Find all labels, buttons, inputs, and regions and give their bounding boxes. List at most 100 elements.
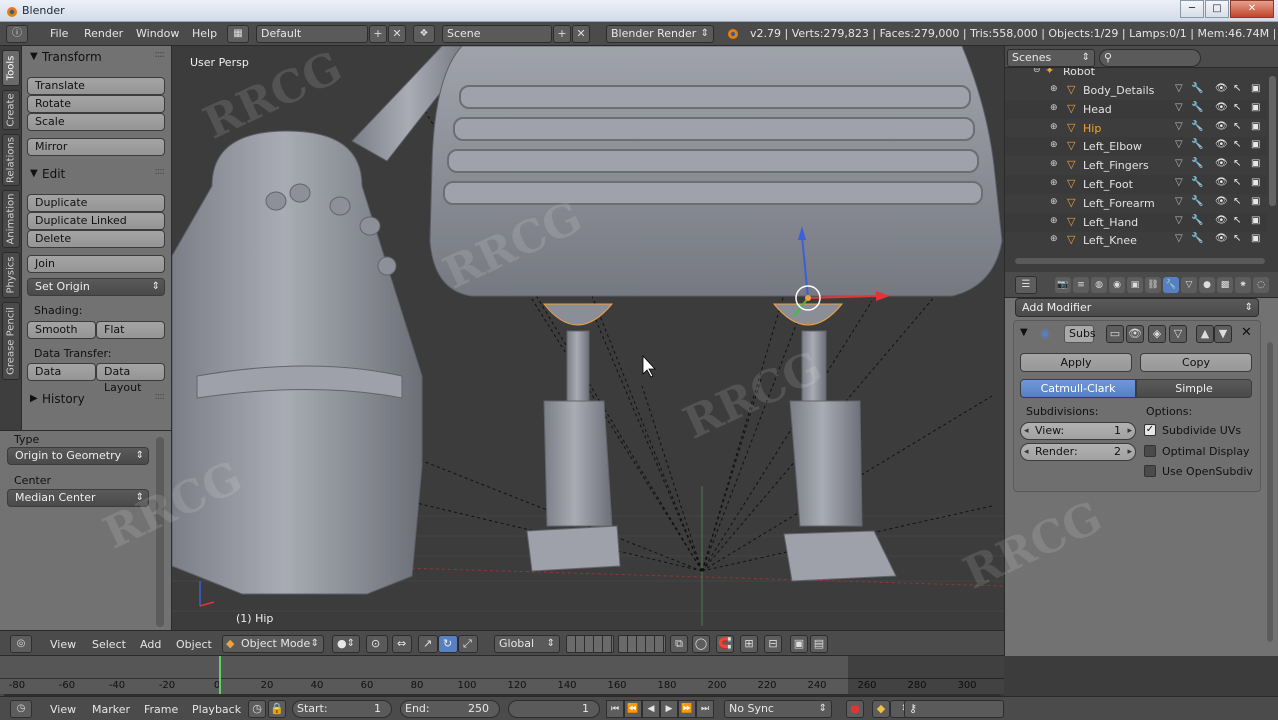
snap-target-icon[interactable]: ⊟ <box>764 635 782 653</box>
simple-option[interactable]: Simple <box>1136 379 1252 398</box>
select-cursor-icon[interactable]: ↖ <box>1233 121 1241 132</box>
redo-scrollbar[interactable] <box>156 437 164 627</box>
eye-icon[interactable]: 👁 <box>1215 177 1228 188</box>
interaction-mode-select[interactable]: ◆ Object Mode <box>222 635 324 653</box>
use-opensubdiv-checkbox[interactable] <box>1144 465 1156 477</box>
outliner-search-input[interactable]: ⚲ <box>1099 49 1201 67</box>
set-origin-select[interactable]: Set Origin <box>27 278 165 296</box>
render-camera-icon[interactable]: ▣ <box>1251 139 1260 150</box>
eye-icon[interactable]: 👁 <box>1215 139 1228 150</box>
select-cursor-icon[interactable]: ↖ <box>1233 215 1241 226</box>
delete-button[interactable]: Delete <box>27 230 165 248</box>
outliner-row[interactable]: ⊕ ▽ Left_Knee ▽ 🔧 👁 ↖ ▣ <box>1005 231 1267 250</box>
transform-orientation-select[interactable]: Global <box>494 635 560 653</box>
menu-window[interactable]: Window <box>136 27 179 40</box>
outliner-row[interactable]: ⊕ ▽ Left_Fingers ▽ 🔧 👁 ↖ ▣ <box>1005 156 1267 175</box>
select-cursor-icon[interactable]: ↖ <box>1233 158 1241 169</box>
manipulator-toggle-icon[interactable]: ⇔ <box>392 635 412 653</box>
outliner-row[interactable]: ⊕ ▽ Hip ▽ 🔧 👁 ↖ ▣ <box>1005 119 1267 138</box>
menu-file[interactable]: File <box>50 27 68 40</box>
add-layout-button[interactable]: + <box>369 25 387 43</box>
select-cursor-icon[interactable]: ↖ <box>1233 102 1241 113</box>
expand-icon[interactable]: ⊕ <box>1050 159 1058 169</box>
expand-icon[interactable]: ⊕ <box>1050 122 1058 132</box>
apply-button[interactable]: Apply <box>1020 353 1132 372</box>
select-cursor-icon[interactable]: ↖ <box>1233 196 1241 207</box>
center-select[interactable]: Median Center <box>7 489 149 507</box>
particles-context-icon[interactable]: ✷ <box>1235 277 1251 293</box>
modifier-name-field[interactable]: Subs <box>1064 325 1096 343</box>
outliner-row[interactable]: ⊕ ▽ Left_Forearm ▽ 🔧 👁 ↖ ▣ <box>1005 194 1267 213</box>
eye-icon[interactable]: 👁 <box>1215 158 1228 169</box>
smooth-button[interactable]: Smooth <box>27 321 96 339</box>
remove-modifier-button[interactable]: ✕ <box>1241 325 1252 340</box>
menu-playback[interactable]: Playback <box>192 703 241 716</box>
render-engine-select[interactable]: Blender Render <box>606 25 714 43</box>
jump-end-icon[interactable]: ⏭ <box>696 700 714 718</box>
sync-mode-select[interactable]: No Sync <box>724 700 832 718</box>
opengl-anim-icon[interactable]: ▤ <box>810 635 828 653</box>
add-modifier-select[interactable]: Add Modifier <box>1015 298 1259 317</box>
tab-tools[interactable]: Tools <box>2 50 20 86</box>
tab-grease-pencil[interactable]: Grease Pencil <box>2 302 20 380</box>
data-context-icon[interactable]: ▽ <box>1181 277 1197 293</box>
physics-context-icon[interactable]: ◌ <box>1253 277 1269 293</box>
origin-type-select[interactable]: Origin to Geometry <box>7 447 149 465</box>
jump-start-icon[interactable]: ⏮ <box>606 700 624 718</box>
expand-icon[interactable]: ⊕ <box>1050 234 1058 244</box>
proportional-edit-icon[interactable]: ◯ <box>692 635 710 653</box>
properties-scrollbar[interactable] <box>1267 342 1273 642</box>
current-frame-cursor[interactable] <box>219 656 221 696</box>
menu-marker[interactable]: Marker <box>92 703 130 716</box>
outliner-scrollbar[interactable] <box>1269 76 1276 206</box>
scene-layers-b[interactable] <box>618 635 666 653</box>
expand-icon[interactable]: ⊕ <box>1050 84 1058 94</box>
tab-relations[interactable]: Relations <box>2 134 20 186</box>
remove-scene-button[interactable]: ✕ <box>572 25 590 43</box>
close-button[interactable]: ✕ <box>1230 0 1274 18</box>
end-frame-field[interactable]: End: 250 <box>400 700 500 718</box>
transform-panel-header[interactable]: ▼ Transform :::: <box>22 48 172 68</box>
select-cursor-icon[interactable]: ↖ <box>1233 177 1241 188</box>
render-camera-icon[interactable]: ▣ <box>1251 215 1260 226</box>
render-visibility-icon[interactable]: ◈ <box>1148 325 1166 343</box>
scene-context-icon[interactable]: ◍ <box>1091 277 1107 293</box>
outliner-row[interactable]: ⊕ ▽ Left_Elbow ▽ 🔧 👁 ↖ ▣ <box>1005 137 1267 157</box>
render-levels-field[interactable]: Render:2 <box>1020 443 1136 461</box>
expand-icon[interactable]: ⊕ <box>1050 216 1058 226</box>
tab-animation[interactable]: Animation <box>2 190 20 248</box>
timeline-editor[interactable]: -80 -60 -40 -20 0 20 40 60 80 100 120 140 160 180 200 2… <box>0 656 1004 696</box>
object-context-icon[interactable]: ▣ <box>1127 277 1143 293</box>
next-keyframe-icon[interactable]: ⏩ <box>678 700 696 718</box>
visibility-icon[interactable]: 👁 <box>1126 325 1144 343</box>
play-reverse-icon[interactable]: ◀ <box>642 700 660 718</box>
mirror-button[interactable]: Mirror <box>27 138 165 156</box>
outliner-row[interactable]: ⊕ ▽ Left_Foot ▽ 🔧 👁 ↖ ▣ <box>1005 175 1267 194</box>
outliner-display-select[interactable]: Scenes <box>1007 49 1095 67</box>
info-editor-type-icon[interactable]: ⓘ <box>6 25 28 43</box>
scene-layers-a[interactable] <box>566 635 614 653</box>
scene-icon[interactable]: ❖ <box>413 25 435 43</box>
snap-toggle-icon[interactable]: 🧲 <box>716 635 734 653</box>
select-cursor-icon[interactable]: ↖ <box>1233 233 1241 244</box>
material-context-icon[interactable]: ● <box>1199 277 1215 293</box>
add-scene-button[interactable]: + <box>553 25 571 43</box>
menu-help[interactable]: Help <box>192 27 217 40</box>
on-cage-icon[interactable]: ▽ <box>1169 325 1187 343</box>
render-camera-icon[interactable]: ▣ <box>1251 121 1260 132</box>
menu-select[interactable]: Select <box>92 638 126 651</box>
world-context-icon[interactable]: ◉ <box>1109 277 1125 293</box>
outliner-row-robot[interactable]: ⊖ ✦ Robot <box>1005 68 1267 81</box>
prev-keyframe-icon[interactable]: ⏪ <box>624 700 642 718</box>
eye-icon[interactable]: 👁 <box>1215 215 1228 226</box>
lock-time-icon[interactable]: 🔒 <box>268 700 286 718</box>
lock-layers-icon[interactable]: ⧉ <box>670 635 688 653</box>
scale-manipulator-icon[interactable]: ⤢ <box>458 635 478 653</box>
modifiers-context-icon[interactable]: 🔧 <box>1163 277 1179 293</box>
outliner-row[interactable]: ⊕ ▽ Head ▽ 🔧 👁 ↖ ▣ <box>1005 99 1267 119</box>
viewport-shading-select[interactable]: ● <box>332 635 360 653</box>
start-frame-field[interactable]: Start: 1 <box>292 700 392 718</box>
texture-context-icon[interactable]: ▩ <box>1217 277 1233 293</box>
rotate-button[interactable]: Rotate <box>27 95 165 113</box>
eye-icon[interactable]: 👁 <box>1215 233 1228 244</box>
